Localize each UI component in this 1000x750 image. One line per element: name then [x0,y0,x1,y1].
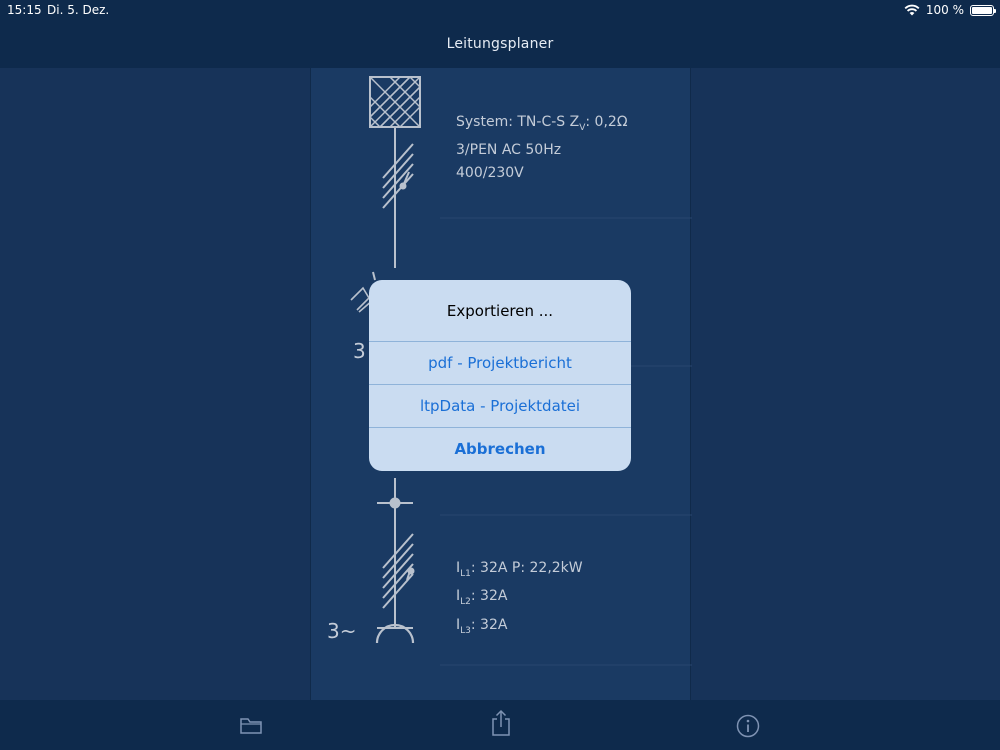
phase-symbol-mid: 3 [353,339,366,363]
battery-percent: 100 % [925,3,964,17]
cancel-button[interactable]: Abbrechen [369,427,631,470]
phase-symbol-consumer: 3~ [327,619,357,643]
supply-system-line: System: TN-C-S ZV: 0,2Ω [456,114,628,133]
consumer-l1-line: IL1: 32A P: 22,2kW [456,560,583,579]
cable-marks-top [382,143,414,209]
status-time: 15:15 [7,3,42,17]
folder-button[interactable] [238,713,264,739]
page-title: Leitungsplaner [446,36,554,52]
info-button[interactable] [735,713,761,739]
export-dialog: Exportieren ... pdf - Projektbericht ltp… [369,280,631,471]
export-dialog-title: Exportieren ... [446,301,554,320]
share-button[interactable] [488,709,514,736]
bottom-toolbar [0,700,1000,750]
status-bar: 15:15 Di. 5. Dez. 100 % [0,0,1000,22]
consumer-l2-line: IL2: 32A [456,588,508,608]
wifi-icon [904,4,920,16]
export-pdf-button[interactable]: pdf - Projektbericht [369,341,631,384]
supply-frequency-line: 3/PEN AC 50Hz [456,142,562,159]
status-date: Di. 5. Dez. [47,3,110,17]
supply-info: System: TN-C-S ZV: 0,2Ω 3/PEN AC 50Hz 40… [456,111,628,184]
battery-icon [970,4,996,16]
consumer-info: IL1: 32A P: 22,2kW IL2: 32A IL3: 32A [456,557,583,642]
folder-icon [240,718,262,734]
status-right: 100 % [904,3,996,17]
navigation-bar: Leitungsplaner [0,22,1000,68]
share-icon [492,709,510,736]
info-icon [736,714,760,738]
export-ltpdata-button[interactable]: ltpData - Projektdatei [369,384,631,427]
consumer-l3-line: IL3: 32A [456,616,508,636]
supply-voltage-line: 400/230V [456,164,524,181]
